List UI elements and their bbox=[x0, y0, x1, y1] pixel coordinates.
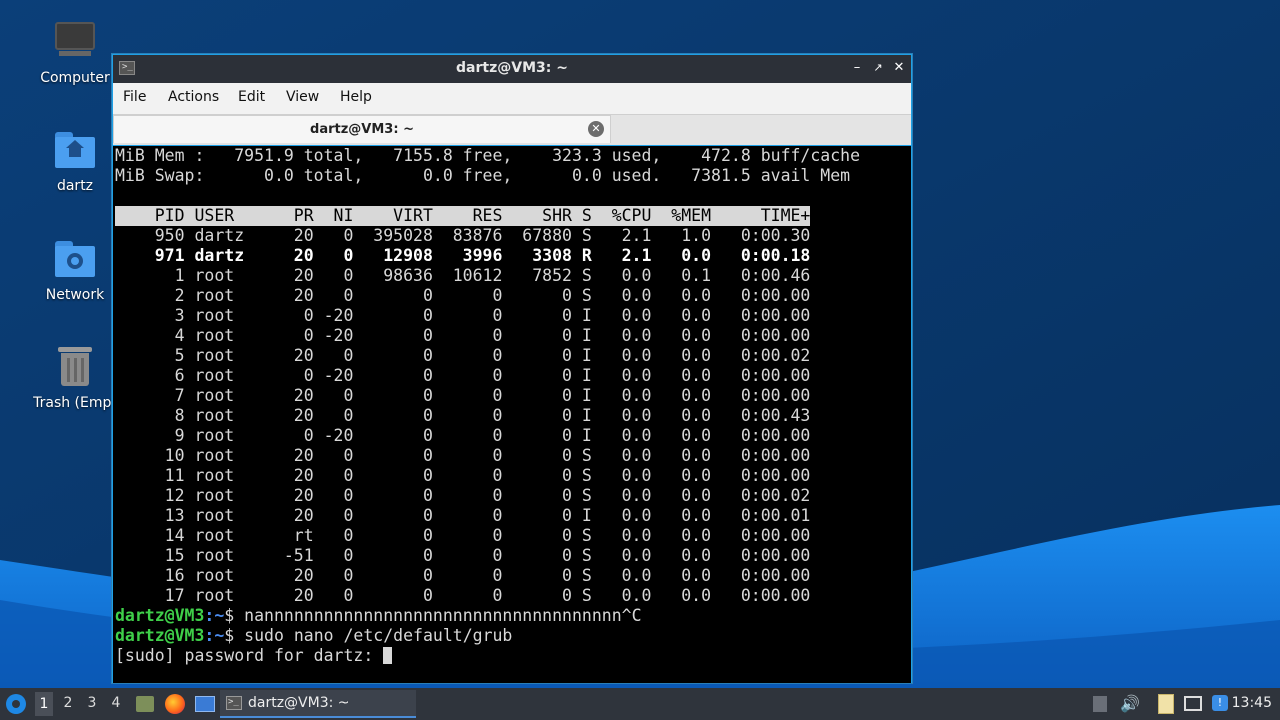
tab-label: dartz@VM3: ~ bbox=[310, 122, 414, 137]
tray-up-arrow-button[interactable] bbox=[1090, 688, 1110, 720]
command-text: nannnnnnnnnnnnnnnnnnnnnnnnnnnnnnnnnnnn^C bbox=[234, 606, 642, 625]
process-row: 6 root 0 -20 0 0 0 I 0.0 0.0 0:00.00 bbox=[115, 366, 811, 385]
tab-terminal[interactable]: dartz@VM3: ~ ✕ bbox=[113, 115, 611, 143]
network-tray-button[interactable] bbox=[1182, 688, 1204, 720]
minimize-button[interactable]: – bbox=[849, 60, 865, 76]
process-row: 950 dartz 20 0 395028 83876 67880 S 2.1 … bbox=[115, 226, 811, 245]
network-icon bbox=[1184, 696, 1202, 711]
desktop-icon-computer[interactable]: Computer bbox=[27, 20, 123, 86]
network-folder-icon bbox=[53, 237, 97, 281]
desktop-icon-label: dartz bbox=[56, 178, 94, 194]
prompt-symbol: $ bbox=[224, 626, 235, 645]
taskbar-window-label: dartz@VM3: ~ bbox=[248, 695, 350, 711]
file-manager-launcher[interactable] bbox=[134, 688, 154, 720]
home-folder-icon bbox=[53, 128, 97, 172]
computer-icon bbox=[53, 20, 97, 64]
workspace-1[interactable]: 1 bbox=[35, 692, 53, 716]
menu-view[interactable]: View bbox=[286, 89, 319, 105]
process-row: 16 root 20 0 0 0 0 S 0.0 0.0 0:00.00 bbox=[115, 566, 811, 585]
chevron-up-icon bbox=[1093, 696, 1107, 712]
sudo-prompt: [sudo] password for dartz: bbox=[115, 646, 384, 665]
close-button[interactable]: ✕ bbox=[891, 60, 907, 76]
clipboard-button[interactable] bbox=[1155, 688, 1177, 720]
prompt-user: dartz@VM3 bbox=[115, 606, 205, 625]
process-table-header: PID USER PR NI VIRT RES SHR S %CPU %MEM … bbox=[115, 206, 811, 226]
prompt-path: :~ bbox=[204, 606, 225, 625]
sudo-password-line[interactable]: [sudo] password for dartz: bbox=[115, 646, 393, 666]
process-row: 11 root 20 0 0 0 0 S 0.0 0.0 0:00.00 bbox=[115, 466, 811, 485]
file-manager-icon bbox=[136, 696, 154, 712]
maximize-button[interactable]: ↗ bbox=[870, 60, 886, 76]
workspace-3[interactable]: 3 bbox=[83, 695, 101, 711]
desktop-launcher[interactable] bbox=[193, 688, 215, 720]
clipboard-icon bbox=[1158, 694, 1174, 714]
process-row: 7 root 20 0 0 0 0 I 0.0 0.0 0:00.00 bbox=[115, 386, 811, 405]
window-title: dartz@VM3: ~ bbox=[456, 60, 568, 76]
notification-icon: ! bbox=[1212, 695, 1228, 711]
taskbar-window-button[interactable]: >_ dartz@VM3: ~ bbox=[220, 690, 416, 718]
menu-help[interactable]: Help bbox=[340, 89, 372, 105]
volume-icon: 🔊 bbox=[1120, 694, 1140, 713]
process-row: 8 root 20 0 0 0 0 I 0.0 0.0 0:00.43 bbox=[115, 406, 811, 425]
menu-bar: File Actions Edit View Help bbox=[113, 83, 911, 114]
desktop-icon-label: Trash (Empt bbox=[33, 395, 117, 411]
prompt-path: :~ bbox=[204, 626, 225, 645]
taskbar: 1 2 3 4 >_ dartz@VM3: ~ 🔊 ! 13:45 bbox=[0, 688, 1280, 720]
workspace-2[interactable]: 2 bbox=[59, 695, 77, 711]
swap-summary-line: MiB Swap: 0.0 total, 0.0 free, 0.0 used.… bbox=[115, 166, 851, 185]
process-row: 13 root 20 0 0 0 0 I 0.0 0.0 0:00.01 bbox=[115, 506, 811, 525]
process-row: 12 root 20 0 0 0 0 S 0.0 0.0 0:00.02 bbox=[115, 486, 811, 505]
process-row: 17 root 20 0 0 0 0 S 0.0 0.0 0:00.00 bbox=[115, 586, 811, 605]
firefox-icon bbox=[165, 694, 185, 714]
process-row: 3 root 0 -20 0 0 0 I 0.0 0.0 0:00.00 bbox=[115, 306, 811, 325]
process-row: 2 root 20 0 0 0 0 S 0.0 0.0 0:00.00 bbox=[115, 286, 811, 305]
firefox-launcher[interactable] bbox=[163, 688, 185, 720]
process-row: 5 root 20 0 0 0 0 I 0.0 0.0 0:00.02 bbox=[115, 346, 811, 365]
menu-edit[interactable]: Edit bbox=[238, 89, 265, 105]
terminal-output[interactable]: MiB Mem : 7951.9 total, 7155.8 free, 323… bbox=[113, 146, 911, 683]
window-titlebar[interactable]: >_ dartz@VM3: ~ – ↗ ✕ bbox=[113, 55, 911, 83]
update-notifier-button[interactable]: ! bbox=[1209, 688, 1231, 720]
trash-icon bbox=[53, 345, 97, 389]
process-row: 14 root rt 0 0 0 0 S 0.0 0.0 0:00.00 bbox=[115, 526, 811, 545]
process-row: 1 root 20 0 98636 10612 7852 S 0.0 0.1 0… bbox=[115, 266, 811, 285]
process-row: 10 root 20 0 0 0 0 S 0.0 0.0 0:00.00 bbox=[115, 446, 811, 465]
tab-bar: dartz@VM3: ~ ✕ bbox=[113, 114, 911, 145]
prompt-user: dartz@VM3 bbox=[115, 626, 205, 645]
workspace-4[interactable]: 4 bbox=[107, 695, 125, 711]
mem-summary-line: MiB Mem : 7951.9 total, 7155.8 free, 323… bbox=[115, 146, 861, 165]
desktop-icon-network[interactable]: Network bbox=[27, 237, 123, 303]
tab-close-icon[interactable]: ✕ bbox=[588, 121, 604, 137]
process-row: 15 root -51 0 0 0 0 S 0.0 0.0 0:00.00 bbox=[115, 546, 811, 565]
prompt-line-1: dartz@VM3:~$ nannnnnnnnnnnnnnnnnnnnnnnnn… bbox=[115, 606, 642, 626]
menu-file[interactable]: File bbox=[123, 89, 146, 105]
process-row: 971 dartz 20 0 12908 3996 3308 R 2.1 0.0… bbox=[115, 246, 811, 265]
process-row: 9 root 0 -20 0 0 0 I 0.0 0.0 0:00.00 bbox=[115, 426, 811, 445]
volume-button[interactable]: 🔊 bbox=[1118, 688, 1140, 720]
prompt-symbol: $ bbox=[224, 606, 235, 625]
desktop-icon-label: Network bbox=[45, 287, 105, 303]
clock[interactable]: 13:45 bbox=[1232, 695, 1272, 711]
desktop-icon-trash[interactable]: Trash (Empt bbox=[27, 345, 123, 411]
text-cursor bbox=[383, 647, 393, 664]
prompt-line-2: dartz@VM3:~$ sudo nano /etc/default/grub bbox=[115, 626, 512, 646]
terminal-app-icon: >_ bbox=[226, 696, 242, 710]
menu-actions[interactable]: Actions bbox=[168, 89, 219, 105]
terminal-window: >_ dartz@VM3: ~ – ↗ ✕ File Actions Edit … bbox=[111, 53, 913, 684]
command-text: sudo nano /etc/default/grub bbox=[234, 626, 513, 645]
show-desktop-icon bbox=[195, 696, 215, 712]
desktop-icon-home[interactable]: dartz bbox=[27, 128, 123, 194]
desktop-icon-label: Computer bbox=[40, 70, 110, 86]
app-menu-button[interactable] bbox=[4, 688, 28, 720]
process-row: 4 root 0 -20 0 0 0 I 0.0 0.0 0:00.00 bbox=[115, 326, 811, 345]
